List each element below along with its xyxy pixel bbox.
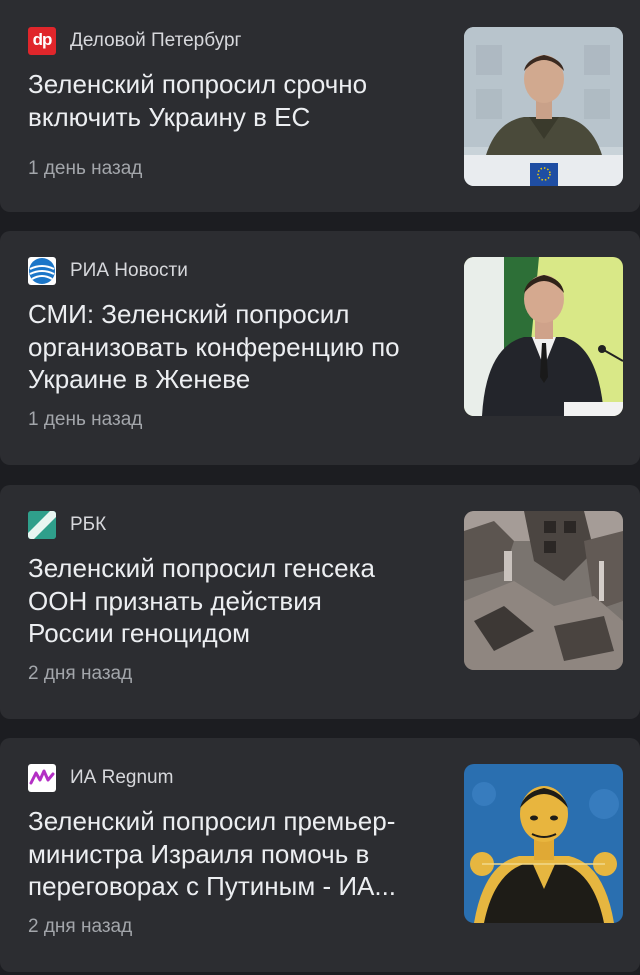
timestamp: 2 дня назад — [28, 663, 133, 684]
source-row: ИА Regnum — [28, 764, 173, 792]
source-row: РИА Новости — [28, 257, 188, 285]
ria-globe-logo-icon — [28, 257, 56, 285]
timestamp: 1 день назад — [28, 158, 143, 179]
source-name: ИА Regnum — [70, 767, 174, 788]
source-row: РБК — [28, 511, 106, 539]
article-thumbnail[interactable] — [464, 27, 623, 186]
source-row: dp Деловой Петербург — [28, 27, 241, 55]
press-briefing-photo — [464, 27, 623, 186]
source-name: РБК — [70, 514, 107, 535]
news-card[interactable]: РИА Новости СМИ: Зеленский попросил орга… — [0, 231, 640, 465]
speaker-at-podium-photo — [464, 257, 623, 416]
news-card[interactable]: ИА Regnum Зеленский попросил премьер- ми… — [0, 738, 640, 972]
headline[interactable]: Зеленский попросил премьер- министра Изр… — [28, 805, 438, 903]
article-thumbnail[interactable] — [464, 764, 623, 923]
timestamp: 1 день назад — [28, 409, 143, 430]
timestamp: 2 дня назад — [28, 916, 133, 937]
news-card[interactable]: dp Деловой Петербург Зеленский попросил … — [0, 0, 640, 212]
rbc-logo-icon — [28, 511, 56, 539]
headline[interactable]: СМИ: Зеленский попросил организовать кон… — [28, 298, 438, 396]
headline[interactable]: Зеленский попросил генсека ООН признать … — [28, 552, 438, 650]
duotone-portrait-photo — [464, 764, 623, 923]
source-name: Деловой Петербург — [70, 30, 242, 51]
headline[interactable]: Зеленский попросил срочно включить Украи… — [28, 68, 438, 133]
article-thumbnail[interactable] — [464, 511, 623, 670]
article-thumbnail[interactable] — [464, 257, 623, 416]
news-feed: dp Деловой Петербург Зеленский попросил … — [0, 0, 640, 975]
logo-text: dp — [32, 30, 53, 49]
source-name: РИА Новости — [70, 260, 188, 281]
news-card[interactable]: РБК Зеленский попросил генсека ООН призн… — [0, 485, 640, 719]
dp-logo-icon: dp — [28, 27, 56, 55]
regnum-logo-icon — [28, 764, 56, 792]
destroyed-building-photo — [464, 511, 623, 670]
